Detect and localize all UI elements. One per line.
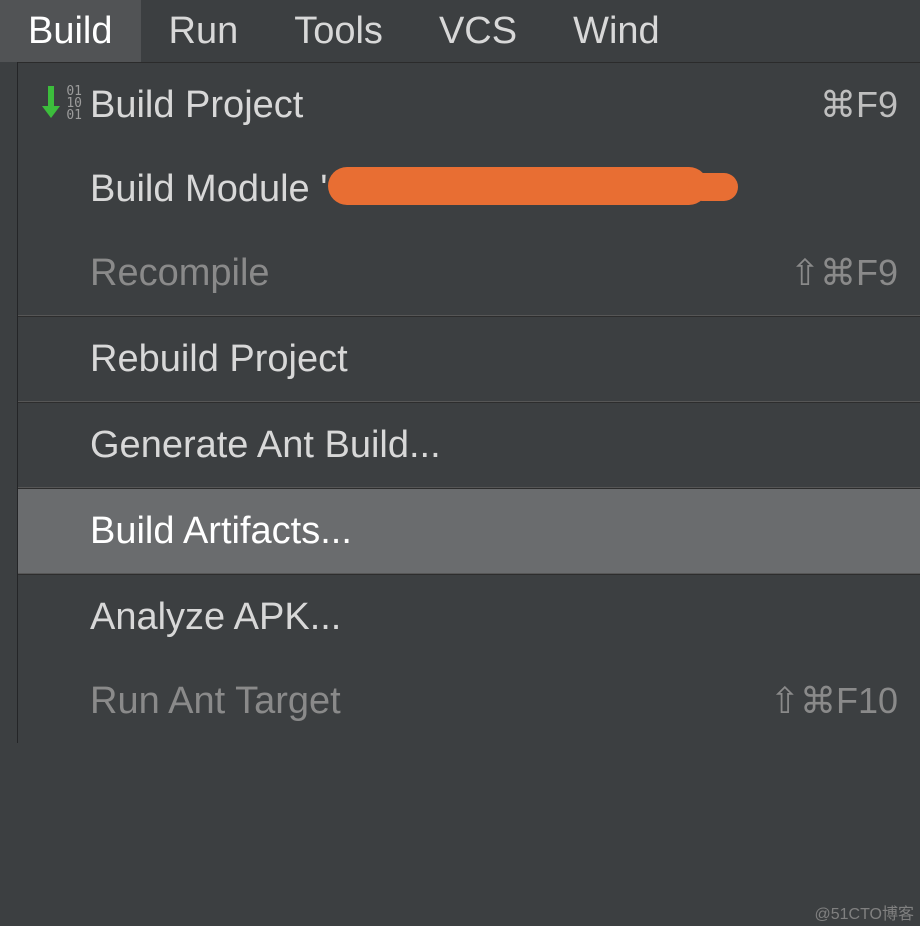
menu-build[interactable]: Build	[0, 0, 141, 62]
menu-label: Tools	[294, 10, 383, 53]
menu-window[interactable]: Wind	[545, 0, 688, 62]
menu-label: VCS	[439, 10, 517, 53]
build-project-icon: 011001	[40, 84, 90, 126]
menu-item-run-ant-target: Run Ant Target ⇧⌘F10	[18, 659, 920, 743]
menubar: Build Run Tools VCS Wind	[0, 0, 920, 62]
menu-item-label: Run Ant Target	[90, 680, 770, 723]
menu-item-label: Analyze APK...	[90, 596, 898, 639]
menu-item-rebuild-project[interactable]: Rebuild Project	[18, 317, 920, 401]
menu-run[interactable]: Run	[141, 0, 267, 62]
build-menu-dropdown: 011001 Build Project ⌘F9 Build Module ''…	[18, 62, 920, 743]
menu-item-shortcut: ⇧⌘F10	[770, 680, 898, 722]
menu-item-label: Build Project	[90, 84, 820, 127]
menu-label: Build	[28, 10, 113, 53]
menu-item-label: Build Artifacts...	[90, 510, 898, 553]
menu-item-label: Generate Ant Build...	[90, 424, 898, 467]
menu-item-shortcut: ⌘F9	[820, 84, 898, 126]
menu-item-build-module[interactable]: Build Module ''	[18, 147, 920, 231]
menu-item-label: Recompile	[90, 252, 790, 295]
menu-item-label: Rebuild Project	[90, 338, 898, 381]
menu-item-analyze-apk[interactable]: Analyze APK...	[18, 575, 920, 659]
redacted-module-name	[328, 167, 708, 205]
watermark: @51CTO博客	[814, 900, 914, 924]
menu-label: Run	[169, 10, 239, 53]
menu-item-recompile: Recompile ⇧⌘F9	[18, 231, 920, 315]
menu-item-build-artifacts[interactable]: Build Artifacts...	[18, 489, 920, 573]
menu-item-build-project[interactable]: 011001 Build Project ⌘F9	[18, 63, 920, 147]
menu-item-label: Build Module ''	[90, 168, 898, 211]
menu-vcs[interactable]: VCS	[411, 0, 545, 62]
menu-tools[interactable]: Tools	[266, 0, 411, 62]
menu-item-shortcut: ⇧⌘F9	[790, 252, 898, 294]
menu-label: Wind	[573, 10, 660, 53]
menu-item-generate-ant-build[interactable]: Generate Ant Build...	[18, 403, 920, 487]
